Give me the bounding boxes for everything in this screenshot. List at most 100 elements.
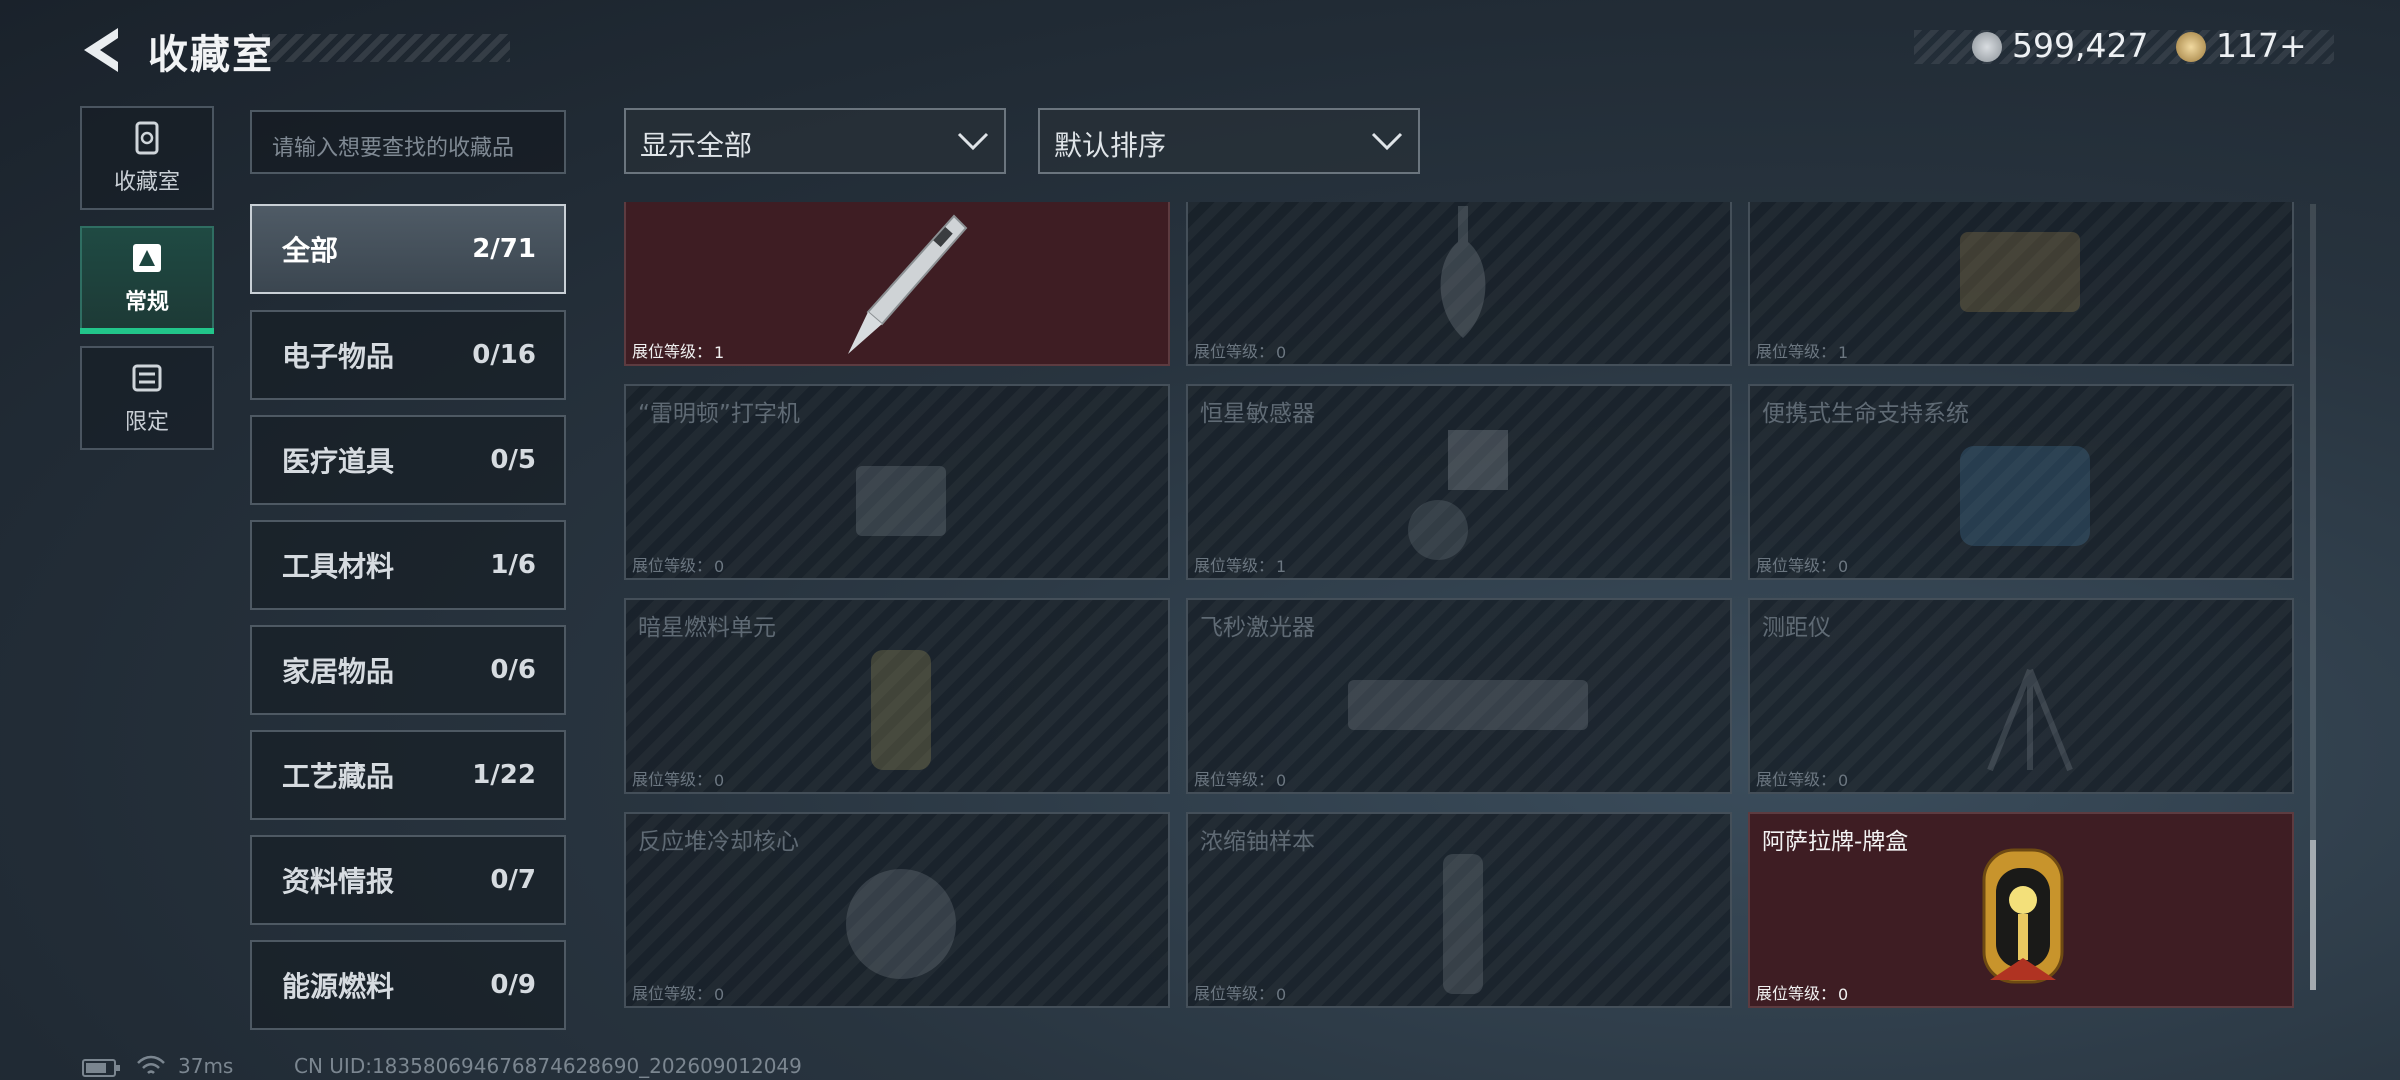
fuel-cell-icon [871, 650, 931, 770]
item-name: 暗星燃料单元 [638, 615, 776, 641]
collection-card[interactable]: 阿萨拉牌-牌盒 展位等级： 0 [1748, 812, 2294, 1008]
level-label: 展位等级： [632, 342, 713, 361]
category-count: 2/71 [472, 234, 536, 264]
category-name: 电子物品 [282, 340, 395, 373]
tab-label: 常规 [124, 290, 169, 315]
tab-collection-room[interactable]: 收藏室 [80, 106, 214, 210]
tab-regular[interactable]: 常规 [80, 226, 214, 334]
level-label: 展位等级： [632, 984, 713, 1003]
level-value: 0 [1276, 343, 1287, 362]
level-value: 1 [1838, 343, 1849, 362]
machine-icon [1960, 232, 2080, 312]
ping-value: 37ms [178, 1054, 234, 1078]
rangefinder-icon [1987, 668, 2073, 772]
level-label: 展位等级： [1756, 342, 1837, 361]
category-name: 能源燃料 [282, 970, 395, 1003]
sensor-icon [1408, 430, 1508, 560]
category-electronics[interactable]: 电子物品 0/16 [250, 310, 566, 400]
life-support-icon [1960, 446, 2090, 546]
level-label: 展位等级： [1756, 770, 1837, 789]
typewriter-icon [856, 466, 946, 536]
category-name: 工具材料 [282, 550, 395, 583]
collection-card[interactable]: 测距仪 展位等级： 0 [1748, 598, 2294, 794]
category-tools[interactable]: 工具材料 1/6 [250, 520, 566, 610]
level-label: 展位等级： [1194, 342, 1275, 361]
level-value: 0 [1838, 985, 1849, 1004]
search-input[interactable]: 请输入想要查找的收藏品 [250, 110, 566, 174]
category-all[interactable]: 全部 2/71 [250, 204, 566, 294]
category-energy[interactable]: 能源燃料 0/9 [250, 940, 566, 1030]
laser-icon [1348, 680, 1588, 730]
level-value: 0 [1838, 557, 1849, 576]
category-household[interactable]: 家居物品 0/6 [250, 625, 566, 715]
category-name: 资料情报 [282, 865, 395, 898]
collection-card[interactable]: 浓缩铀样本 展位等级： 0 [1186, 812, 1732, 1008]
back-arrow-icon [84, 28, 118, 72]
scrollbar-thumb[interactable] [2310, 840, 2316, 990]
category-count: 0/9 [490, 970, 536, 1000]
collection-room-icon [135, 121, 159, 155]
category-count: 0/6 [490, 655, 536, 685]
collection-card[interactable]: 恒星敏感器 展位等级： 1 [1186, 384, 1732, 580]
collection-card[interactable]: “雷明顿”打字机 展位等级： 0 [624, 384, 1170, 580]
level-label: 展位等级： [1194, 770, 1275, 789]
collection-grid: 展位等级： 1 展位等级： 0 展位等级： 1 “雷明顿”打字机 展位等级： 0… [624, 202, 2296, 1014]
item-name: 飞秒激光器 [1200, 615, 1315, 641]
level-value: 0 [714, 985, 725, 1004]
category-count: 0/5 [490, 445, 536, 475]
category-name: 工艺藏品 [282, 760, 395, 793]
item-name: “雷明顿”打字机 [638, 401, 800, 427]
category-count: 1/6 [490, 550, 536, 580]
collection-card[interactable]: 展位等级： 1 [1748, 202, 2294, 366]
dropdown-value: 显示全部 [640, 129, 753, 162]
level-label: 展位等级： [632, 556, 713, 575]
category-count: 1/22 [472, 760, 536, 790]
uranium-sample-icon [1443, 854, 1483, 994]
collection-card[interactable]: 便携式生命支持系统 展位等级： 0 [1748, 384, 2294, 580]
chevron-down-icon [1371, 132, 1403, 151]
gold-currency-value[interactable]: 117+ [2216, 26, 2307, 65]
level-label: 展位等级： [1194, 556, 1275, 575]
item-name: 测距仪 [1762, 615, 1831, 641]
category-crafts[interactable]: 工艺藏品 1/22 [250, 730, 566, 820]
collection-card[interactable]: 暗星燃料单元 展位等级： 0 [624, 598, 1170, 794]
limited-icon [132, 364, 162, 392]
item-name: 浓缩铀样本 [1200, 829, 1315, 855]
sort-dropdown[interactable]: 默认排序 [1038, 108, 1420, 174]
chevron-down-icon [957, 132, 989, 151]
collection-card[interactable]: 飞秒激光器 展位等级： 0 [1186, 598, 1732, 794]
display-filter-dropdown[interactable]: 显示全部 [624, 108, 1006, 174]
silver-currency-value: 599,427 [2012, 26, 2149, 65]
item-name: 阿萨拉牌-牌盒 [1762, 829, 1909, 855]
category-medical[interactable]: 医疗道具 0/5 [250, 415, 566, 505]
level-value: 1 [1276, 557, 1287, 576]
collection-card[interactable]: 反应堆冷却核心 展位等级： 0 [624, 812, 1170, 1008]
pen-icon [848, 214, 968, 354]
back-button[interactable] [78, 24, 124, 76]
level-value: 0 [1276, 771, 1287, 790]
category-count: 0/7 [490, 865, 536, 895]
page-title: 收藏室 [148, 32, 274, 78]
collection-card[interactable]: 展位等级： 0 [1186, 202, 1732, 366]
category-name: 家居物品 [282, 655, 395, 688]
category-name: 医疗道具 [282, 445, 395, 478]
dropdown-value: 默认排序 [1054, 129, 1167, 162]
collection-card[interactable]: 展位等级： 1 [624, 202, 1170, 366]
category-name: 全部 [282, 234, 339, 267]
item-name: 反应堆冷却核心 [638, 829, 799, 855]
level-value: 0 [714, 771, 725, 790]
regular-icon [133, 244, 161, 272]
category-count: 0/16 [472, 340, 536, 370]
level-value: 0 [1276, 985, 1287, 1004]
tab-label: 收藏室 [113, 170, 180, 195]
category-intel[interactable]: 资料情报 0/7 [250, 835, 566, 925]
silver-coin-icon [1972, 32, 2002, 62]
vase-icon [1440, 206, 1486, 338]
level-label: 展位等级： [1756, 984, 1837, 1003]
title-decoration [262, 34, 510, 62]
tab-label: 限定 [124, 410, 169, 435]
active-tab-indicator [80, 328, 214, 334]
level-value: 0 [1838, 771, 1849, 790]
tab-limited[interactable]: 限定 [80, 346, 214, 450]
level-label: 展位等级： [1756, 556, 1837, 575]
